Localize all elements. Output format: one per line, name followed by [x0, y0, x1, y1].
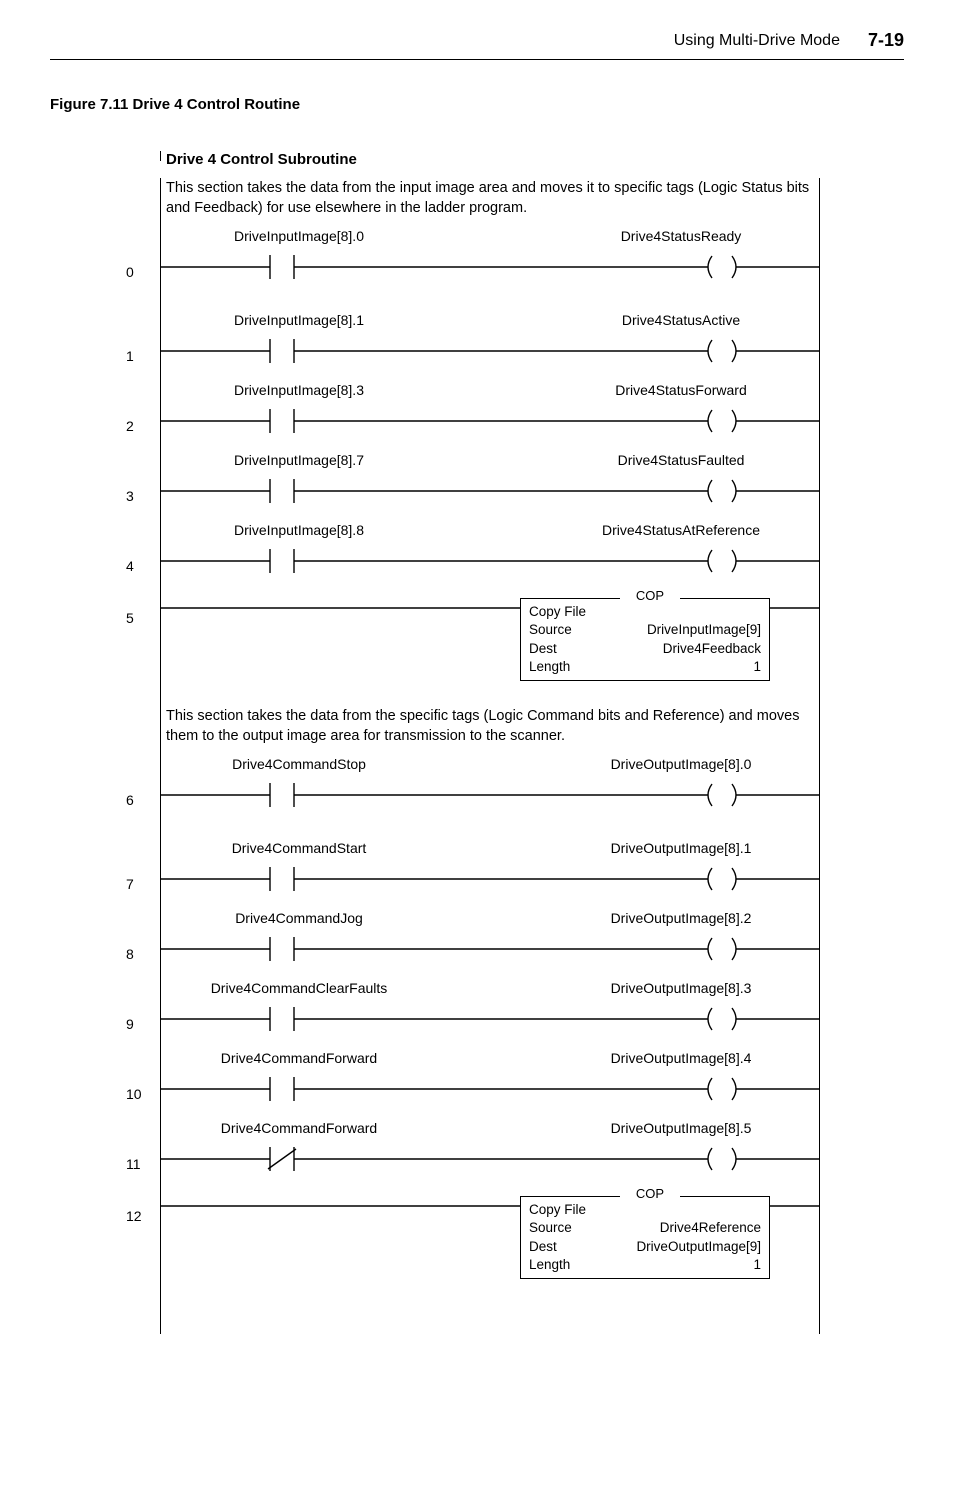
cop-key: Length: [529, 1256, 570, 1274]
rung-graphic-icon: [160, 246, 820, 286]
header-title: Using Multi-Drive Mode: [674, 32, 840, 50]
rung-graphic-icon: [160, 998, 820, 1038]
rung: 2 DriveInputImage[8].3 Drive4StatusForwa…: [160, 382, 820, 440]
rung-graphic-icon: [160, 774, 820, 814]
rung-graphic-icon: [160, 400, 820, 440]
rung-graphic-icon: [160, 858, 820, 898]
contact-label: DriveInputImage[8].3: [174, 382, 424, 398]
rung: 10 Drive4CommandForward DriveOutputImage…: [160, 1050, 820, 1108]
contact-label: Drive4CommandJog: [174, 910, 424, 926]
cop-key: Source: [529, 1219, 572, 1237]
cop-val: Drive4Reference: [660, 1219, 761, 1237]
cop-val: 1: [753, 1256, 761, 1274]
rung-number: 5: [126, 610, 134, 626]
rung-number: 2: [126, 418, 134, 434]
contact-label: Drive4CommandForward: [174, 1120, 424, 1136]
rung-graphic-icon: [160, 1138, 820, 1178]
rung-graphic-icon: [160, 470, 820, 510]
coil-label: Drive4StatusFaulted: [556, 452, 806, 468]
contact-label: DriveInputImage[8].7: [174, 452, 424, 468]
cop-key: Dest: [529, 1238, 557, 1256]
coil-label: DriveOutputImage[8].2: [556, 910, 806, 926]
rung-graphic-icon: [160, 540, 820, 580]
cop-key: Dest: [529, 640, 557, 658]
cop-key: Source: [529, 621, 572, 639]
contact-label: Drive4CommandStop: [174, 756, 424, 772]
rung-number: 4: [126, 558, 134, 574]
cop-instruction-box: Copy File Source DriveInputImage[9] Dest D…: [520, 598, 770, 681]
rung: 3 DriveInputImage[8].7 Drive4StatusFault…: [160, 452, 820, 510]
rung-number: 12: [126, 1208, 142, 1224]
cop-label: COP: [620, 588, 680, 603]
rung-graphic-icon: [160, 928, 820, 968]
rung-number: 3: [126, 488, 134, 504]
cop-label: COP: [620, 1186, 680, 1201]
ladder-routine: Drive 4 Control Subroutine This section …: [160, 151, 820, 1334]
rung: 0 DriveInputImage[8].0 Drive4StatusReady: [160, 228, 820, 300]
rung-number: 0: [126, 264, 134, 280]
coil-label: DriveOutputImage[8].0: [556, 756, 806, 772]
cop-val: 1: [753, 658, 761, 676]
subroutine-title: Drive 4 Control Subroutine: [160, 151, 820, 178]
coil-label: Drive4StatusActive: [556, 312, 806, 328]
rung: 7 Drive4CommandStart DriveOutputImage[8]…: [160, 840, 820, 898]
contact-label: Drive4CommandForward: [174, 1050, 424, 1066]
cop-val: DriveInputImage[9]: [647, 621, 761, 639]
cop-line: Copy File: [529, 1201, 761, 1219]
contact-label: DriveInputImage[8].0: [174, 228, 424, 244]
figure-caption: Figure 7.11 Drive 4 Control Routine: [50, 96, 904, 113]
page-number: 7-19: [868, 30, 904, 51]
coil-label: DriveOutputImage[8].1: [556, 840, 806, 856]
rung-cop-2: 12 COP Copy File SourceDrive4Reference D…: [160, 1190, 820, 1294]
coil-label: DriveOutputImage[8].4: [556, 1050, 806, 1066]
rung: 6 Drive4CommandStop DriveOutputImage[8].…: [160, 756, 820, 828]
cop-val: DriveOutputImage[9]: [636, 1238, 761, 1256]
contact-label: DriveInputImage[8].8: [174, 522, 424, 538]
contact-label: Drive4CommandStart: [174, 840, 424, 856]
rung-number: 8: [126, 946, 134, 962]
cop-instruction-box: Copy File Source Drive4Reference Dest Driv…: [520, 1196, 770, 1279]
rung: 8 Drive4CommandJog DriveOutputImage[8].2: [160, 910, 820, 968]
rung-number: 9: [126, 1016, 134, 1032]
cop-val: Drive4Feedback: [663, 640, 761, 658]
rung: 4 DriveInputImage[8].8 Drive4StatusAtRef…: [160, 522, 820, 580]
coil-label: DriveOutputImage[8].5: [556, 1120, 806, 1136]
rung-graphic-icon: [160, 1068, 820, 1108]
coil-label: Drive4StatusForward: [556, 382, 806, 398]
rung: 11 Drive4CommandForward DriveOutputImage…: [160, 1120, 820, 1178]
section-description-2: This section takes the data from the spe…: [160, 706, 820, 756]
rung-number: 11: [126, 1156, 141, 1172]
cop-key: Length: [529, 658, 570, 676]
rung-number: 6: [126, 792, 134, 808]
section-description-1: This section takes the data from the inp…: [160, 178, 820, 228]
contact-label: Drive4CommandClearFaults: [174, 980, 424, 996]
rung-number: 10: [126, 1086, 142, 1102]
rung-number: 1: [126, 348, 134, 364]
rung: 1 DriveInputImage[8].1 Drive4StatusActiv…: [160, 312, 820, 370]
rung-number: 7: [126, 876, 134, 892]
rung: 9 Drive4CommandClearFaults DriveOutputIm…: [160, 980, 820, 1038]
coil-label: Drive4StatusReady: [556, 228, 806, 244]
contact-label: DriveInputImage[8].1: [174, 312, 424, 328]
page-header: Using Multi-Drive Mode 7-19: [50, 30, 904, 60]
rung-graphic-icon: [160, 330, 820, 370]
cop-line: Copy File: [529, 603, 761, 621]
rung-cop-1: 5 COP Copy File SourceDriveInputImage[9]…: [160, 592, 820, 692]
coil-label: DriveOutputImage[8].3: [556, 980, 806, 996]
coil-label: Drive4StatusAtReference: [556, 522, 806, 538]
